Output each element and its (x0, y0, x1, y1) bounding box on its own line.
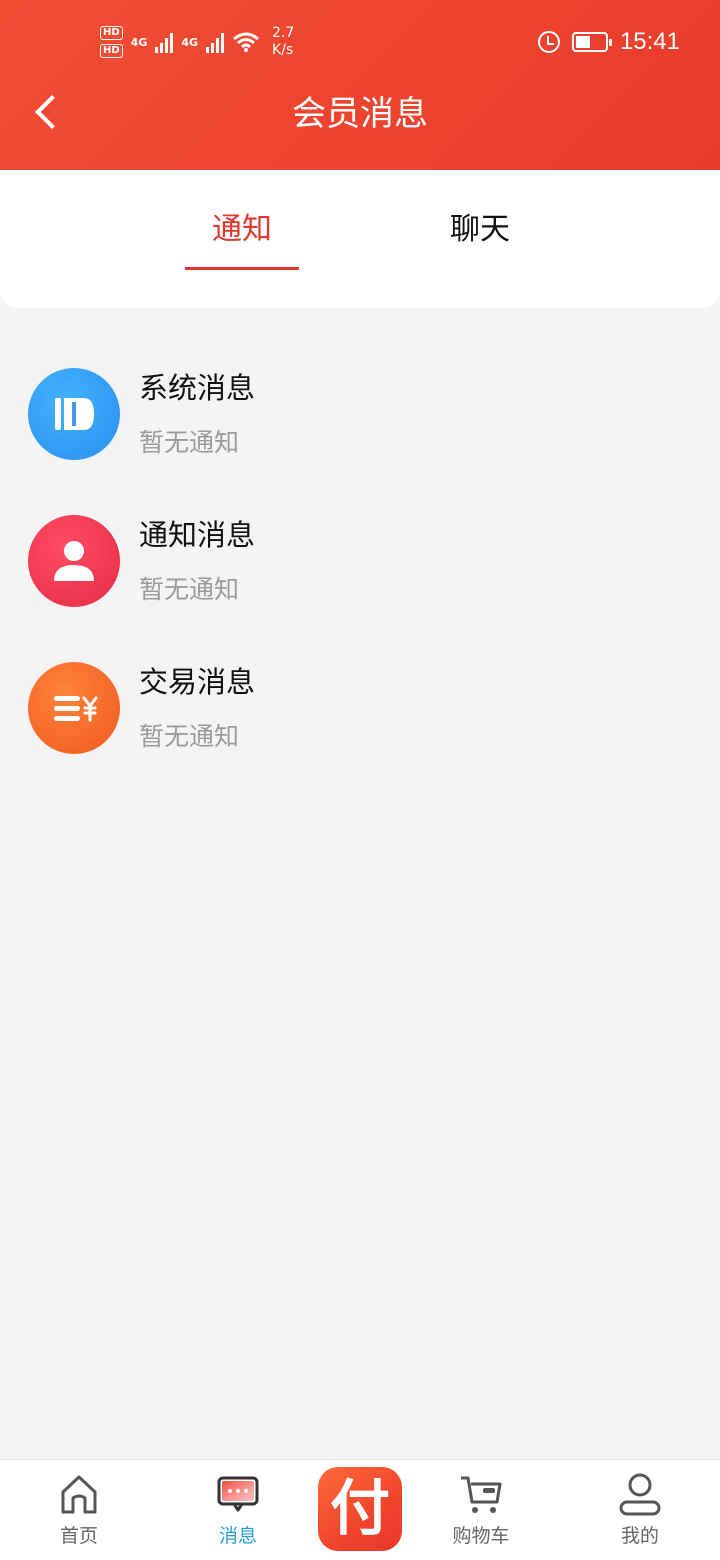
battery-icon (571, 32, 612, 52)
item-title: 通知消息 (139, 518, 256, 552)
item-title: 系统消息 (139, 371, 256, 405)
person-icon (28, 515, 120, 607)
user-icon (619, 1473, 661, 1516)
bill-yuan-icon (28, 662, 120, 754)
wifi-icon (233, 32, 260, 52)
active-tab-indicator (185, 267, 299, 270)
speed-value: 2.7 (272, 25, 295, 41)
signal-icon (206, 31, 225, 53)
hd-badge: HD (100, 44, 123, 58)
tab-bar: 通知 聊天 (0, 170, 720, 308)
network-type-label: 4G (181, 35, 199, 49)
nav-profile[interactable]: 我的 (580, 1460, 700, 1560)
nav-home[interactable]: 首页 (19, 1460, 139, 1560)
nav-cart[interactable]: 购物车 (421, 1460, 541, 1560)
nav-label: 首页 (59, 1525, 98, 1547)
nav-label: 消息 (218, 1525, 257, 1547)
clock: 15:41 (619, 28, 680, 55)
status-left: HD HD 4G 4G 2.7 K/s (100, 20, 294, 64)
item-subtitle: 暂无通知 (139, 575, 240, 604)
alarm-icon (537, 31, 560, 53)
nav-label: 购物车 (452, 1525, 510, 1547)
hd-indicators: HD HD (100, 26, 123, 58)
nav-label: 我的 (620, 1525, 659, 1547)
pay-button[interactable]: 付 (318, 1467, 402, 1551)
list-item-system-messages[interactable]: 系统消息 暂无通知 (0, 340, 720, 470)
status-right: 15:41 (537, 24, 680, 60)
network-speed: 2.7 K/s (272, 25, 294, 59)
item-title: 交易消息 (139, 665, 256, 699)
status-bar: HD HD 4G 4G 2.7 K/s 15:41 (0, 0, 720, 84)
speed-unit: K/s (272, 42, 294, 58)
megaphone-icon (28, 368, 120, 460)
signal-icon (155, 31, 174, 53)
chat-icon (217, 1476, 259, 1512)
tab-notifications[interactable]: 通知 (185, 210, 299, 250)
list-item-transaction-messages[interactable]: 交易消息 暂无通知 (0, 634, 720, 764)
home-icon (61, 1475, 97, 1514)
hd-badge: HD (100, 26, 123, 40)
cart-icon (461, 1476, 502, 1513)
tab-chat[interactable]: 聊天 (423, 210, 537, 250)
item-subtitle: 暂无通知 (139, 722, 240, 751)
nav-messages[interactable]: 消息 (178, 1460, 298, 1560)
item-subtitle: 暂无通知 (139, 428, 240, 457)
page-title: 会员消息 (292, 94, 428, 134)
network-type-label: 4G (130, 35, 148, 49)
list-item-notification-messages[interactable]: 通知消息 暂无通知 (0, 487, 720, 617)
header-bar: HD HD 4G 4G 2.7 K/s 15:41 会员消息 (0, 0, 720, 170)
